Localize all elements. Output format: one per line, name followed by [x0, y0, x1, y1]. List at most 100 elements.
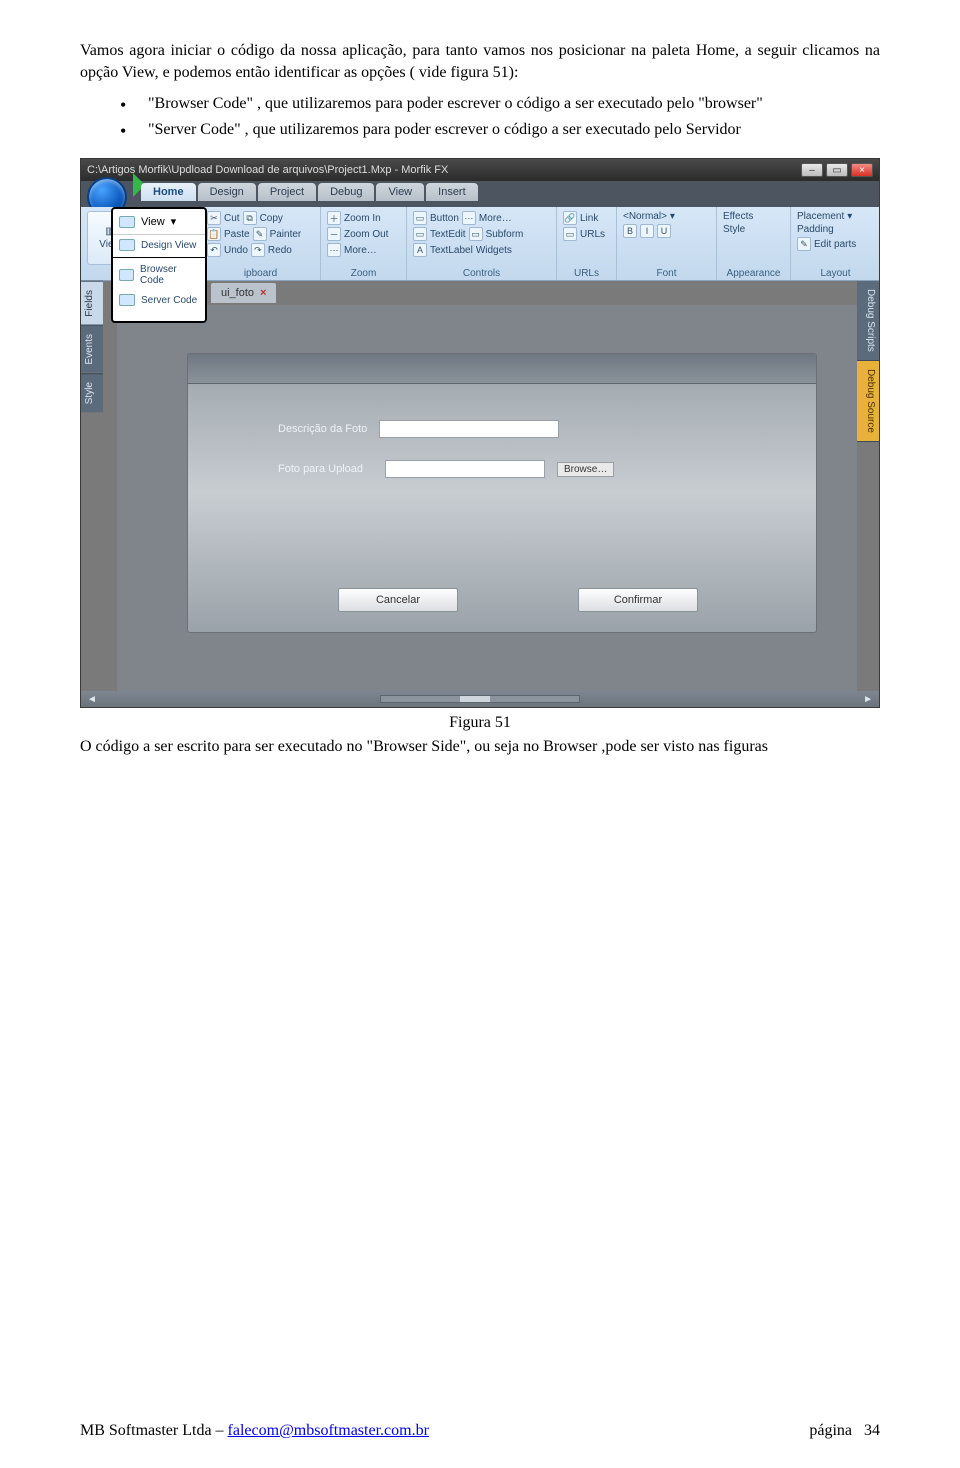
bullet-item-server: "Server Code" , que utilizaremos para po… — [120, 119, 880, 141]
redo-icon: ↷ — [251, 243, 265, 257]
intro-paragraph: Vamos agora iniciar o código da nossa ap… — [80, 40, 880, 83]
group-clipboard: ipboard — [201, 268, 320, 279]
zoomout-icon: － — [327, 227, 341, 241]
ctrl-textlabel[interactable]: TextLabel — [430, 245, 473, 256]
designview-icon — [119, 239, 135, 251]
undo-button[interactable]: ↶Undo↷Redo — [207, 243, 314, 257]
ctrl-more[interactable]: More… — [479, 213, 512, 224]
bullet-list: "Browser Code" , que utilizaremos para p… — [120, 93, 880, 140]
ctrl-button[interactable]: Button — [430, 213, 459, 224]
button-icon: ▭ — [413, 211, 427, 225]
underline-button[interactable]: U — [657, 224, 671, 238]
left-side-tabs: Fields Events Style — [81, 281, 103, 691]
browse-button[interactable]: Browse… — [557, 462, 614, 477]
sidetab-debug-scripts[interactable]: Debug Scripts — [857, 281, 879, 361]
footer-email-link[interactable]: falecom@mbsoftmaster.com.br — [228, 1422, 429, 1439]
right-side-tabs: Debug Scripts Debug Source — [857, 281, 879, 691]
servercode-icon — [119, 294, 135, 306]
urls-button[interactable]: ▭URLs — [563, 227, 610, 241]
font-name[interactable]: <Normal> ▾ — [623, 211, 710, 222]
cut-icon: ✂ — [207, 211, 221, 225]
bullet-item-browser: "Browser Code" , que utilizaremos para p… — [120, 93, 880, 115]
minimize-button[interactable]: – — [801, 163, 823, 177]
cancel-button[interactable]: Cancelar — [338, 588, 458, 612]
separator — [113, 257, 205, 258]
paste-button[interactable]: 📋Paste✎Painter — [207, 227, 314, 241]
editparts-icon: ✎ — [797, 237, 811, 251]
bold-button[interactable]: B — [623, 224, 637, 238]
horizontal-scrollbar[interactable] — [380, 695, 580, 703]
confirm-button[interactable]: Confirmar — [578, 588, 698, 612]
design-canvas: Descrição da Foto Foto para Upload Brows… — [117, 305, 857, 691]
footer-company: MB Softmaster Ltda – — [80, 1422, 228, 1439]
zoomout-button[interactable]: －Zoom Out — [327, 227, 400, 241]
designview-item[interactable]: Design View — [113, 235, 205, 255]
undo-icon: ↶ — [207, 243, 221, 257]
group-layout: Layout — [791, 268, 880, 279]
textlabel-icon: A — [413, 243, 427, 257]
zoomin-button[interactable]: ＋Zoom In — [327, 211, 400, 225]
cut-button[interactable]: ✂Cut⧉Copy — [207, 211, 314, 225]
tab-design[interactable]: Design — [198, 183, 256, 201]
zoommore-button[interactable]: ⋯More… — [327, 243, 400, 257]
after-figure-paragraph: O código a ser escrito para ser executad… — [80, 736, 880, 758]
group-appearance: Appearance — [717, 268, 790, 279]
group-controls: Controls — [407, 268, 556, 279]
tab-debug[interactable]: Debug — [318, 183, 374, 201]
close-button[interactable]: × — [851, 163, 873, 177]
view-icon — [119, 216, 135, 228]
effects-button[interactable]: Effects — [723, 211, 784, 222]
form-preview: Descrição da Foto Foto para Upload Brows… — [187, 353, 817, 633]
group-urls: URLs — [557, 268, 616, 279]
tab-home[interactable]: Home — [141, 183, 196, 201]
more-icon: ⋯ — [462, 211, 476, 225]
italic-button[interactable]: I — [640, 224, 654, 238]
scroll-right-icon[interactable]: ► — [863, 694, 873, 705]
textedit-icon: ▭ — [413, 227, 427, 241]
style-button[interactable]: Style — [723, 224, 784, 235]
input-descricao[interactable] — [379, 420, 559, 438]
ctrl-widgets[interactable]: Widgets — [476, 245, 512, 256]
view-panel-head[interactable]: View ▾ — [113, 209, 205, 235]
ctrl-subform[interactable]: Subform — [486, 229, 524, 240]
link-icon: 🔗 — [563, 211, 577, 225]
input-foto[interactable] — [385, 460, 545, 478]
footer-page-label: página — [809, 1422, 852, 1439]
maximize-button[interactable]: ▭ — [826, 163, 848, 177]
document-tab[interactable]: ui_foto × — [211, 283, 276, 303]
label-descricao: Descrição da Foto — [278, 423, 367, 435]
ctrl-textedit[interactable]: TextEdit — [430, 229, 466, 240]
group-font: Font — [617, 268, 716, 279]
group-zoom: Zoom — [321, 268, 406, 279]
painter-icon: ✎ — [253, 227, 267, 241]
placement-button[interactable]: Placement ▾ — [797, 211, 874, 222]
tab-project[interactable]: Project — [258, 183, 316, 201]
form-header — [188, 354, 816, 384]
scroll-left-icon[interactable]: ◄ — [87, 694, 97, 705]
view-dropdown-panel: View ▾ Design View Browser Code Server C… — [111, 207, 207, 323]
paste-icon: 📋 — [207, 227, 221, 241]
sidetab-debug-source[interactable]: Debug Source — [857, 361, 879, 442]
figure-caption: Figura 51 — [80, 714, 880, 732]
page-footer: MB Softmaster Ltda – falecom@mbsoftmaste… — [80, 1422, 880, 1440]
padding-button[interactable]: Padding — [797, 224, 874, 235]
urls-icon: ▭ — [563, 227, 577, 241]
sidetab-events[interactable]: Events — [81, 325, 103, 373]
link-button[interactable]: 🔗Link — [563, 211, 610, 225]
sidetab-style[interactable]: Style — [81, 373, 103, 412]
browsercode-item[interactable]: Browser Code — [113, 260, 205, 290]
servercode-item[interactable]: Server Code — [113, 290, 205, 310]
tab-insert[interactable]: Insert — [426, 183, 478, 201]
tab-view[interactable]: View — [376, 183, 424, 201]
browsercode-icon — [119, 269, 134, 281]
label-foto: Foto para Upload — [278, 463, 363, 475]
footer-page-number: 34 — [864, 1422, 880, 1439]
window-titlebar: C:\Artigos Morfik\Updload Download de ar… — [81, 159, 879, 181]
sidetab-fields[interactable]: Fields — [81, 281, 103, 325]
subform-icon: ▭ — [469, 227, 483, 241]
screenshot-morfik-ide: C:\Artigos Morfik\Updload Download de ar… — [80, 158, 880, 708]
tab-row: Home Design Project Debug View Insert — [81, 181, 879, 207]
copy-icon: ⧉ — [243, 211, 257, 225]
editparts-button[interactable]: ✎Edit parts — [797, 237, 874, 251]
close-icon[interactable]: × — [260, 287, 266, 299]
